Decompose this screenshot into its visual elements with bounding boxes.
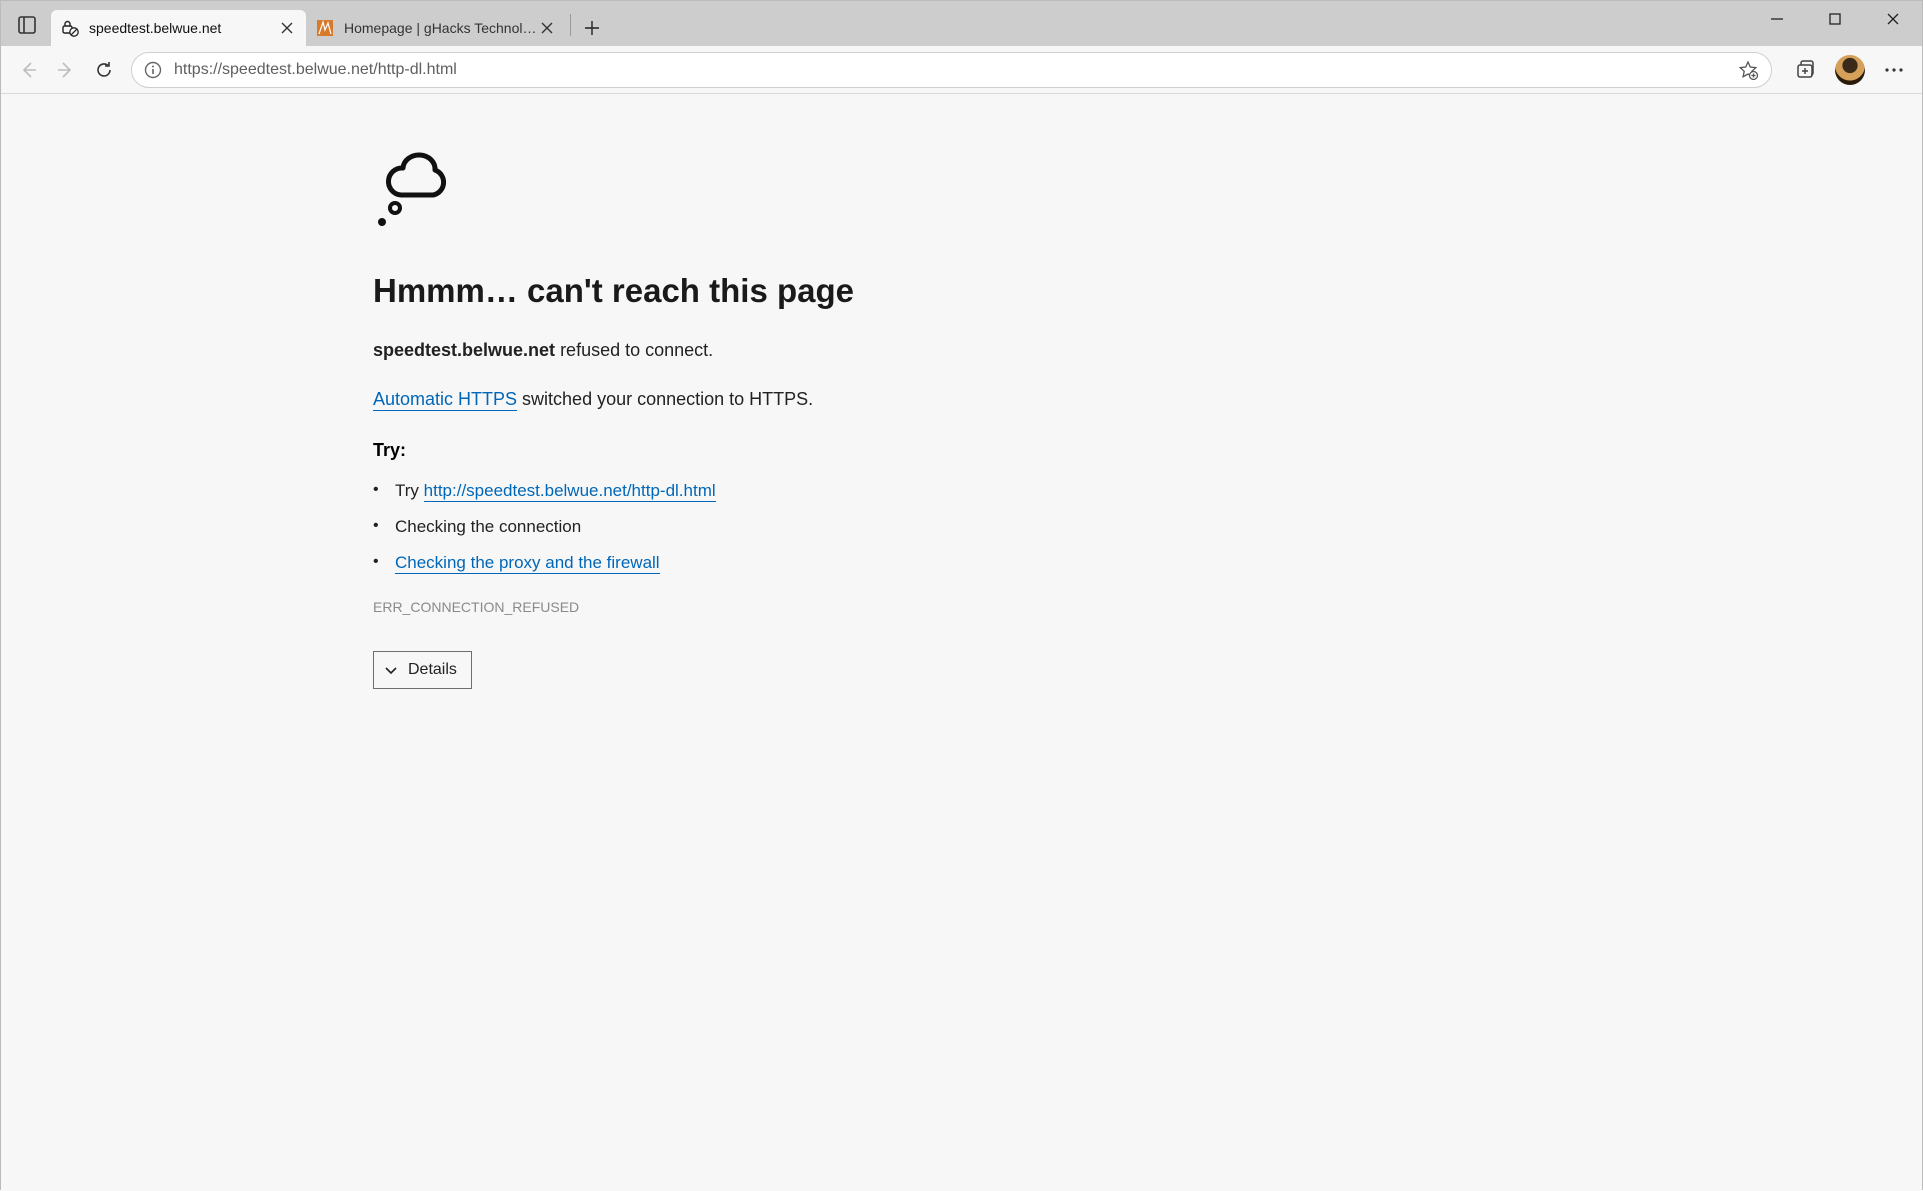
tab-actions-icon — [18, 16, 36, 34]
toolbar-right-actions — [1786, 50, 1914, 90]
automatic-https-line: Automatic HTTPS switched your connection… — [373, 389, 1023, 410]
tab-strip: speedtest.belwue.net Homepage | gHacks T… — [51, 10, 609, 46]
maximize-icon — [1829, 13, 1841, 25]
error-container: Hmmm… can't reach this page speedtest.be… — [373, 150, 1023, 689]
window-controls — [1748, 1, 1922, 37]
window-maximize-button[interactable] — [1806, 1, 1864, 37]
refresh-icon — [94, 60, 114, 80]
automatic-https-link[interactable]: Automatic HTTPS — [373, 389, 517, 411]
back-button[interactable] — [9, 51, 47, 89]
arrow-left-icon — [18, 60, 38, 80]
info-icon — [144, 61, 162, 79]
collections-button[interactable] — [1786, 50, 1826, 90]
close-icon — [541, 22, 553, 34]
page-content: Hmmm… can't reach this page speedtest.be… — [1, 94, 1922, 1191]
automatic-https-rest: switched your connection to HTTPS. — [517, 389, 813, 409]
try-item-prefix: Try — [395, 481, 424, 500]
collections-icon — [1795, 59, 1817, 81]
tab-title: Homepage | gHacks Technology — [344, 20, 538, 36]
try-heading: Try: — [373, 440, 1023, 461]
new-tab-button[interactable] — [575, 13, 609, 43]
tab-close-button[interactable] — [278, 19, 296, 37]
thought-cloud-icon — [373, 150, 1023, 240]
favorite-button[interactable] — [1733, 55, 1763, 85]
more-icon — [1884, 67, 1904, 73]
tab-title: speedtest.belwue.net — [89, 20, 278, 36]
site-not-secure-icon — [61, 19, 79, 37]
details-button[interactable]: Details — [373, 651, 472, 689]
tab-separator — [570, 14, 571, 36]
error-code: ERR_CONNECTION_REFUSED — [373, 599, 1023, 615]
tab-close-button[interactable] — [538, 19, 556, 37]
tab-1[interactable]: speedtest.belwue.net — [51, 10, 306, 46]
error-refused-text: refused to connect. — [555, 340, 713, 360]
arrow-right-icon — [56, 60, 76, 80]
try-item: Checking the connection — [373, 517, 1023, 537]
proxy-firewall-link[interactable]: Checking the proxy and the firewall — [395, 553, 660, 574]
tab-2[interactable]: Homepage | gHacks Technology — [306, 10, 566, 46]
minimize-icon — [1771, 13, 1783, 25]
ghacks-favicon — [316, 19, 334, 37]
window-minimize-button[interactable] — [1748, 1, 1806, 37]
address-bar[interactable]: https://speedtest.belwue.net/http-dl.htm… — [131, 52, 1772, 88]
forward-button[interactable] — [47, 51, 85, 89]
try-item-text: Checking the connection — [395, 517, 581, 536]
url-text[interactable]: https://speedtest.belwue.net/http-dl.htm… — [174, 61, 1733, 79]
refresh-button[interactable] — [85, 51, 123, 89]
star-add-icon — [1738, 60, 1758, 80]
close-icon — [1887, 13, 1899, 25]
chevron-down-icon — [384, 663, 398, 677]
window-close-button[interactable] — [1864, 1, 1922, 37]
toolbar: https://speedtest.belwue.net/http-dl.htm… — [1, 46, 1922, 94]
error-heading: Hmmm… can't reach this page — [373, 272, 1023, 310]
try-item: Checking the proxy and the firewall — [373, 553, 1023, 573]
tab-actions-button[interactable] — [7, 5, 47, 45]
profile-button[interactable] — [1830, 50, 1870, 90]
settings-menu-button[interactable] — [1874, 50, 1914, 90]
site-info-button[interactable] — [140, 57, 166, 83]
profile-avatar-icon — [1835, 55, 1865, 85]
try-item: Try http://speedtest.belwue.net/http-dl.… — [373, 481, 1023, 501]
plus-icon — [585, 21, 599, 35]
try-http-link[interactable]: http://speedtest.belwue.net/http-dl.html — [424, 481, 716, 502]
error-message: speedtest.belwue.net refused to connect. — [373, 340, 1023, 361]
close-icon — [281, 22, 293, 34]
titlebar: speedtest.belwue.net Homepage | gHacks T… — [1, 1, 1922, 46]
details-label: Details — [408, 661, 457, 679]
error-host: speedtest.belwue.net — [373, 340, 555, 360]
try-suggestions-list: Try http://speedtest.belwue.net/http-dl.… — [373, 481, 1023, 573]
